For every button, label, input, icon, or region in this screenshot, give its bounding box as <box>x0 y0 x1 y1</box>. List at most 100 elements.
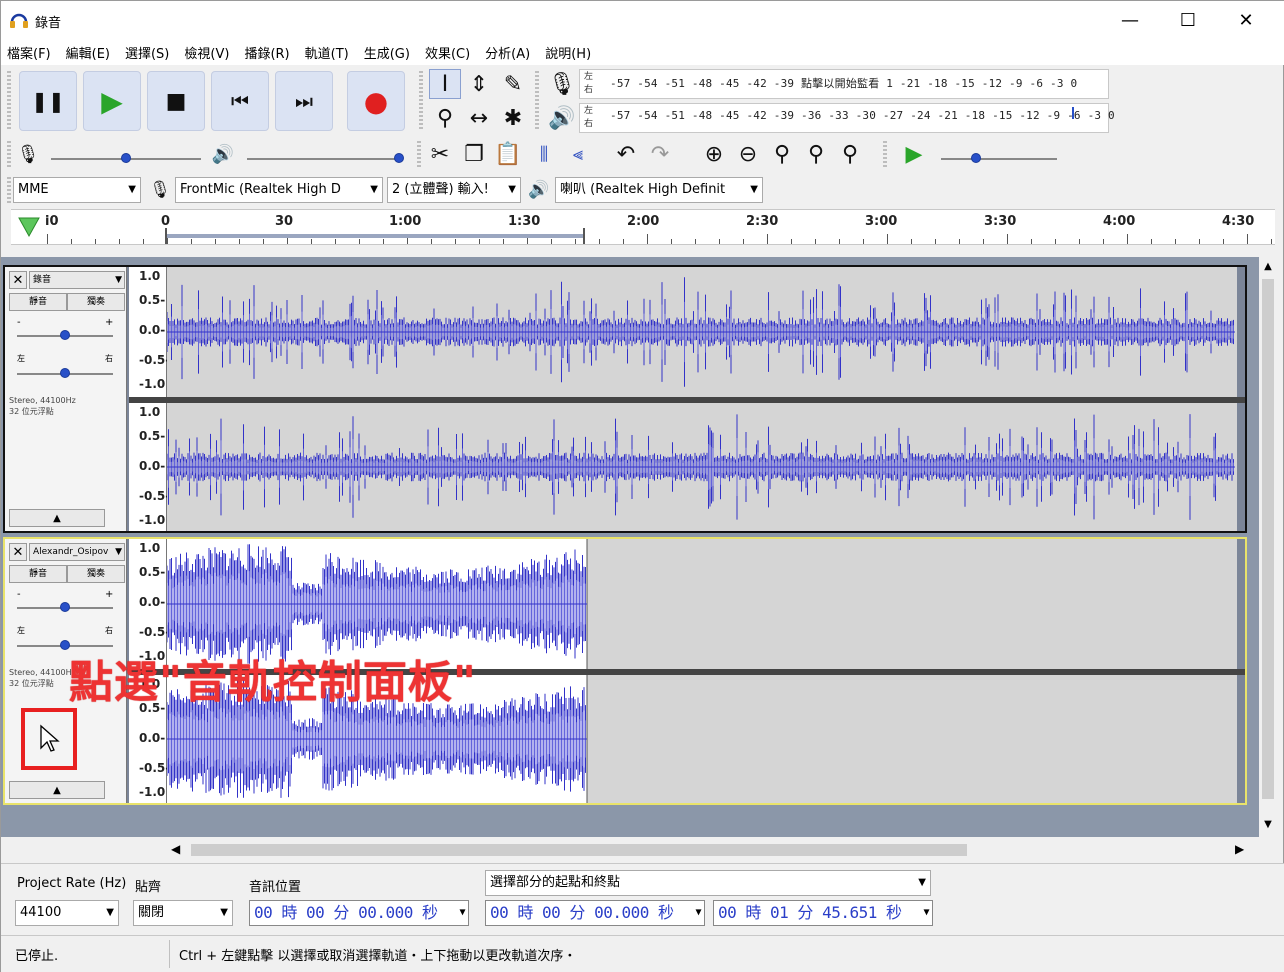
record-button[interactable]: ● <box>347 71 405 131</box>
play-head-icon[interactable] <box>17 216 41 238</box>
stop-button[interactable]: ■ <box>147 71 205 131</box>
track-collapse-button[interactable]: ▲ <box>9 509 105 527</box>
waveform-channel-right[interactable] <box>166 403 1237 531</box>
zoom-tool-icon[interactable]: ⚲ <box>429 103 461 133</box>
menu-transport[interactable]: 播錄(R) <box>244 43 289 62</box>
toolbar-grip[interactable] <box>7 71 11 131</box>
toolbar-grip[interactable] <box>419 71 423 131</box>
menu-generate[interactable]: 生成(G) <box>364 43 410 62</box>
playback-volume-track[interactable] <box>247 158 399 160</box>
selection-tool-icon[interactable]: Ⅰ <box>429 69 461 99</box>
multi-tool-icon[interactable]: ✱ <box>497 103 529 133</box>
project-rate-select[interactable]: 44100 ▼ <box>15 900 119 926</box>
ruler-label: 1:30 <box>508 214 541 229</box>
redo-icon[interactable]: ↷ <box>645 139 675 169</box>
skip-to-end-button[interactable]: ⏭ <box>275 71 333 131</box>
zoom-in-icon[interactable]: ⊕ <box>699 139 729 169</box>
toolbar-grip[interactable] <box>7 177 11 205</box>
menu-effect[interactable]: 效果(C) <box>425 43 470 62</box>
zoom-out-icon[interactable]: ⊖ <box>733 139 763 169</box>
envelope-tool-icon[interactable]: ⇕ <box>463 69 495 99</box>
menu-view[interactable]: 檢視(V) <box>184 43 229 62</box>
mute-button[interactable]: 靜音 <box>9 293 67 311</box>
zoom-toggle-icon[interactable]: ⚲ <box>835 139 865 169</box>
snap-select[interactable]: 關閉 ▼ <box>133 900 233 926</box>
playback-meter-scale: -57 -54 -51 -48 -45 -42 -39 -36 -33 -30 … <box>610 109 1115 122</box>
track-name-menu[interactable]: 錄音 ▼ <box>29 271 125 289</box>
play-speed-track[interactable] <box>941 158 1057 160</box>
silence-icon[interactable]: ⫷ <box>563 139 593 169</box>
selection-start-field[interactable]: 00 時 00 分 00.000 秒 ▼ <box>485 900 705 926</box>
skip-to-start-button[interactable]: ⏮ <box>211 71 269 131</box>
toolbar-grip[interactable] <box>535 71 539 131</box>
fit-selection-icon[interactable]: ⚲ <box>767 139 797 169</box>
fit-project-icon[interactable]: ⚲ <box>801 139 831 169</box>
toolbar-grip[interactable] <box>7 141 11 169</box>
playback-level-marker <box>1072 107 1074 119</box>
scroll-up-icon[interactable]: ▲ <box>1261 261 1275 275</box>
solo-button[interactable]: 獨奏 <box>67 293 125 311</box>
pause-button[interactable]: ❚❚ <box>19 71 77 131</box>
track-recording[interactable]: ✕ 錄音 ▼ 靜音 獨奏 - + 左 右 Stereo, 44100Hz 32 位元… <box>3 265 1247 533</box>
microphone-icon[interactable]: 🎙 <box>547 69 577 99</box>
minimize-button[interactable]: — <box>1101 1 1159 39</box>
audio-position-field[interactable]: 00 時 00 分 00.000 秒 ▼ <box>249 900 469 926</box>
horizontal-scrollbar[interactable]: ◀ ▶ <box>163 839 1259 861</box>
close-button[interactable]: ✕ <box>1217 1 1275 39</box>
audio-host-select[interactable]: MME ▼ <box>13 177 141 203</box>
paste-icon[interactable]: 📋 <box>493 139 523 169</box>
speaker-icon[interactable]: 🔊 <box>547 103 577 133</box>
menu-select[interactable]: 選擇(S) <box>125 43 169 62</box>
toolbar-grip[interactable] <box>883 141 887 169</box>
solo-button[interactable]: 獨奏 <box>67 565 125 583</box>
track-name-menu[interactable]: Alexandr_Osipov ▼ <box>29 543 125 561</box>
input-channels-select[interactable]: 2 (立體聲) 輸入! ▼ <box>387 177 521 203</box>
vertical-scroll-thumb[interactable] <box>1262 279 1274 799</box>
cut-icon[interactable]: ✂ <box>425 139 455 169</box>
play-speed-slider[interactable] <box>970 153 981 163</box>
track-collapse-button[interactable]: ▲ <box>9 781 105 799</box>
toolbar-grip[interactable] <box>417 141 421 169</box>
track-panel[interactable]: ✕ 錄音 ▼ 靜音 獨奏 - + 左 右 Stereo, 44100Hz 32 位元… <box>1 257 1259 837</box>
play-at-speed-icon[interactable]: ▶ <box>899 139 929 169</box>
vertical-scrollbar[interactable]: ▲ ▼ <box>1259 257 1277 837</box>
selection-end-field[interactable]: 00 時 01 分 45.651 秒 ▼ <box>713 900 933 926</box>
menu-tracks[interactable]: 軌道(T) <box>305 43 349 62</box>
timeline-ruler[interactable]: i0 0 30 1:00 1:30 2:00 2:30 3:00 3:30 4:… <box>11 209 1275 245</box>
menu-analyze[interactable]: 分析(A) <box>485 43 530 62</box>
pan-slider[interactable] <box>60 368 70 378</box>
scroll-left-icon[interactable]: ◀ <box>171 842 180 856</box>
menu-file[interactable]: 檔案(F) <box>7 43 51 62</box>
gain-slider[interactable] <box>60 330 70 340</box>
record-meter[interactable]: 左右 -57 -54 -51 -48 -45 -42 -39 點擊以開始監看 1… <box>579 69 1109 99</box>
playback-volume-slider[interactable] <box>394 153 404 163</box>
undo-icon[interactable]: ↶ <box>611 139 641 169</box>
playback-meter[interactable]: 左右 -57 -54 -51 -48 -45 -42 -39 -36 -33 -… <box>579 103 1115 133</box>
play-button[interactable]: ▶ <box>83 71 141 131</box>
menu-edit[interactable]: 編輯(E) <box>66 43 110 62</box>
gain-slider[interactable] <box>60 602 70 612</box>
scroll-right-icon[interactable]: ▶ <box>1235 842 1244 856</box>
copy-icon[interactable]: ❐ <box>459 139 489 169</box>
menu-help[interactable]: 說明(H) <box>545 43 591 62</box>
selection-mode-select[interactable]: 選擇部分的起點和終點 ▼ <box>485 870 931 896</box>
scroll-down-icon[interactable]: ▼ <box>1261 819 1275 833</box>
track-close-button[interactable]: ✕ <box>9 271 27 289</box>
record-volume-slider[interactable] <box>121 153 131 163</box>
horizontal-scroll-thumb[interactable] <box>191 844 967 856</box>
track-close-button[interactable]: ✕ <box>9 543 27 561</box>
trim-icon[interactable]: ⫼ <box>529 139 559 169</box>
waveform-channel-left[interactable] <box>166 267 1237 397</box>
time-shift-tool-icon[interactable]: ↔ <box>463 103 495 133</box>
draw-tool-icon[interactable]: ✎ <box>497 69 529 99</box>
selection-range-bar[interactable] <box>165 234 585 238</box>
track-buttons: 靜音 獨奏 <box>9 565 125 583</box>
track-control-panel[interactable]: ✕ 錄音 ▼ 靜音 獨奏 - + 左 右 Stereo, 44100Hz 32 位元… <box>5 267 127 531</box>
maximize-button[interactable]: ☐ <box>1159 1 1217 39</box>
mute-button[interactable]: 靜音 <box>9 565 67 583</box>
input-device-select[interactable]: FrontMic (Realtek High D ▼ <box>175 177 383 203</box>
output-device-select[interactable]: 喇叭 (Realtek High Definit ▼ <box>555 177 763 203</box>
selection-end-marker[interactable] <box>583 228 585 244</box>
amp-label: 0.5- <box>139 293 166 307</box>
selection-start-marker[interactable] <box>165 228 167 244</box>
